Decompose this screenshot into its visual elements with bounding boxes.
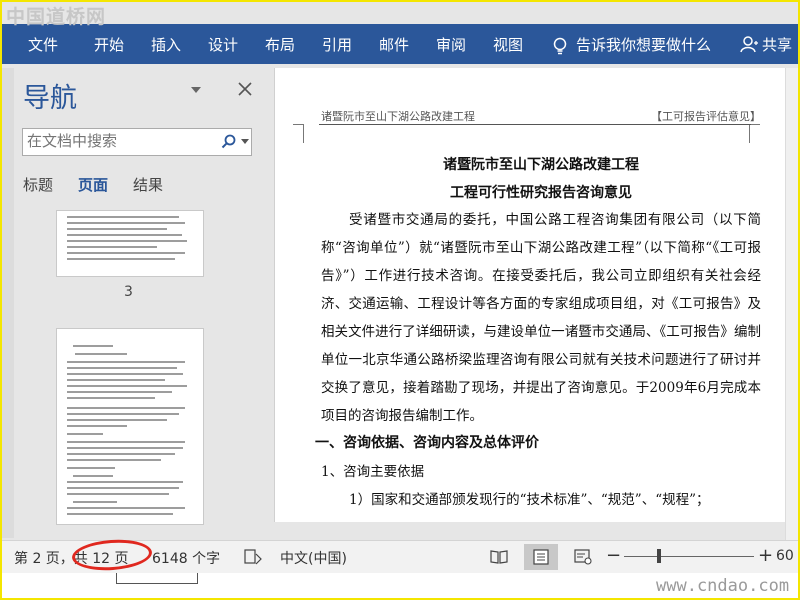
zoom-in-button[interactable]: + [758, 545, 773, 566]
header-rule [319, 124, 751, 125]
header-corner-left [293, 124, 304, 143]
header-left-text: 诸暨阮市至山下湖公路改建工程 [321, 110, 475, 123]
watermark-bottom: www.cndao.com [656, 576, 790, 596]
nav-title: 导航 [23, 83, 77, 114]
tab-home[interactable]: 开始 [94, 34, 124, 55]
page-number-label: 3 [124, 284, 133, 300]
page-thumbnail-4[interactable] [56, 328, 204, 525]
share-button[interactable]: 共享 [762, 34, 792, 55]
page-thumbnail-3[interactable] [56, 210, 204, 277]
header-corner-right [749, 124, 760, 143]
navigation-pane: 导航 标题 页面 结果 [14, 68, 271, 538]
tab-view[interactable]: 视图 [493, 34, 523, 55]
tab-layout[interactable]: 布局 [265, 34, 295, 55]
doc-section-heading: 一、咨询依据、咨询内容及总体评价 [315, 435, 539, 451]
vertical-scrollbar[interactable] [785, 68, 798, 540]
tell-me-search[interactable]: 告诉我你想要做什么 [576, 34, 711, 55]
dropdown-arrow-icon[interactable] [190, 86, 202, 94]
doc-title-line-2: 工程可行性研究报告咨询意见 [450, 185, 632, 201]
search-options-icon[interactable] [241, 139, 249, 144]
nav-tab-headings[interactable]: 标题 [23, 174, 53, 195]
tab-mailings[interactable]: 邮件 [379, 34, 409, 55]
table-fragment [116, 573, 198, 584]
left-edge [2, 68, 14, 538]
doc-paragraph-1: 受诸暨市交通局的委托，中国公路工程咨询集团有限公司（以下简称“咨询单位”）就“诸… [321, 212, 761, 424]
watermark-top: 中国道桥网 [6, 6, 107, 28]
person-icon [740, 36, 758, 53]
proofing-icon[interactable] [244, 549, 262, 565]
ribbon-tab-bar: 文件 开始 插入 设计 布局 引用 邮件 审阅 视图 告诉我你想要做什么 共享 [2, 24, 798, 64]
header-right-text: 【工可报告评估意见】 [651, 110, 761, 123]
zoom-slider[interactable] [624, 556, 754, 557]
status-language[interactable]: 中文(中国) [280, 548, 347, 568]
close-icon[interactable] [238, 82, 252, 96]
doc-subheading: 1、咨询主要依据 [321, 464, 425, 480]
zoom-slider-thumb[interactable] [657, 549, 661, 563]
tab-design[interactable]: 设计 [208, 34, 238, 55]
screenshot-frame: 中国道桥网 文件 开始 插入 设计 布局 引用 邮件 审阅 视图 告诉我你想要做… [0, 0, 800, 600]
nav-tab-pages[interactable]: 页面 [78, 174, 108, 195]
nav-search-box [22, 128, 252, 156]
tab-file[interactable]: 文件 [28, 34, 58, 55]
doc-title-line-1: 诸暨阮市至山下湖公路改建工程 [443, 157, 639, 173]
document-page[interactable]: 诸暨阮市至山下湖公路改建工程 【工可报告评估意见】 诸暨阮市至山下湖公路改建工程… [274, 68, 785, 522]
nav-tab-results[interactable]: 结果 [133, 174, 163, 195]
web-layout-icon[interactable] [574, 549, 592, 565]
tab-review[interactable]: 审阅 [436, 34, 466, 55]
zoom-level[interactable]: 60 [776, 548, 794, 564]
lightbulb-icon [553, 37, 567, 55]
search-icon[interactable] [221, 134, 236, 149]
read-mode-icon[interactable] [490, 549, 508, 564]
tab-insert[interactable]: 插入 [151, 34, 181, 55]
status-word-count[interactable]: 6148 个字 [152, 548, 220, 568]
print-layout-button[interactable] [524, 544, 558, 570]
doc-list-item-1: 1）国家和交通部颁发现行的“技术标准”、“规范”、“规程”； [349, 492, 710, 508]
nav-search-input[interactable] [23, 129, 217, 153]
print-layout-icon [533, 549, 549, 565]
zoom-out-button[interactable]: − [606, 545, 621, 566]
tab-references[interactable]: 引用 [322, 34, 352, 55]
